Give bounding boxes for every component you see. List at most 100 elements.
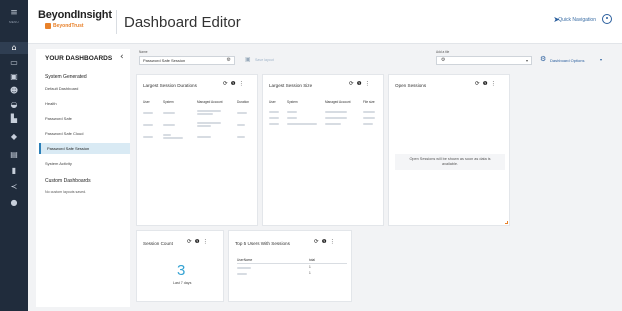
beyondtrust-logo-icon: [45, 23, 51, 29]
redacted-cell: [269, 123, 279, 125]
redacted-cell: [287, 111, 297, 113]
redacted-cell: [197, 113, 213, 115]
redacted-cell: [163, 134, 171, 136]
redacted-cell: [325, 111, 347, 113]
hamburger-menu-icon[interactable]: ≡: [0, 8, 28, 18]
column-header: Duration: [237, 100, 250, 104]
shield-icon[interactable]: ◆: [0, 132, 28, 142]
dashboard-icon[interactable]: ▙: [0, 114, 28, 124]
redacted-cell: [237, 124, 245, 126]
largest-session-durations-card: Largest Session Durations ⟳❶⋮ User Syste…: [136, 74, 258, 226]
tile-settings-icon: ⚙: [441, 57, 446, 63]
chevron-down-icon[interactable]: ▾: [526, 57, 528, 64]
card-title: Session Count: [143, 241, 173, 246]
redacted-cell: [325, 117, 347, 119]
redacted-cell: [143, 112, 153, 114]
redacted-cell: [163, 137, 183, 139]
more-vertical-icon[interactable]: ⋮: [203, 239, 212, 245]
users-icon[interactable]: ☻: [0, 86, 28, 96]
home-icon[interactable]: ⌂: [0, 42, 28, 54]
top-header: BeyondInsight BeyondTrust Dashboard Edit…: [28, 0, 622, 44]
more-vertical-icon[interactable]: ⋮: [365, 81, 374, 87]
card-tools: ⟳❶⋮: [349, 81, 373, 87]
quick-navigation-link[interactable]: Quick Navigation: [558, 17, 596, 23]
column-header: total: [309, 258, 316, 262]
refresh-icon[interactable]: ⟳: [187, 239, 195, 245]
nav-rail: ≡ MENU ⌂ ▭ ▣ ☻ ◒ ▙ ◆ ▤ ▮ ≺ ●: [0, 0, 28, 311]
table-divider: [237, 263, 347, 264]
sidebar-title: YOUR DASHBOARDS: [45, 55, 113, 62]
total-cell: 1: [309, 265, 311, 269]
card-tools: ⟳❶⋮: [314, 239, 338, 245]
more-vertical-icon[interactable]: ⋮: [330, 239, 339, 245]
monitor-icon[interactable]: ▭: [0, 58, 28, 68]
card-tools: ⟳❶⋮: [475, 81, 499, 87]
refresh-icon[interactable]: ⟳: [475, 81, 483, 87]
help-icon[interactable]: ❶: [483, 81, 491, 87]
resize-handle[interactable]: [505, 221, 508, 224]
more-vertical-icon[interactable]: ⋮: [491, 81, 500, 87]
redacted-cell: [269, 111, 279, 113]
session-count-period: Last 7 days: [173, 281, 192, 285]
system-generated-heading: System Generated: [45, 74, 87, 80]
save-layout-button[interactable]: Save layout: [255, 58, 274, 62]
redacted-cell: [197, 110, 221, 112]
redacted-cell: [287, 123, 317, 125]
share-icon[interactable]: ≺: [0, 182, 28, 192]
name-settings-icon[interactable]: ⚙: [227, 57, 231, 64]
column-header: System: [287, 100, 298, 104]
redacted-cell: [237, 112, 247, 114]
largest-session-size-card: Largest Session Size ⟳❶⋮ User System Man…: [262, 74, 384, 226]
refresh-icon[interactable]: ⟳: [314, 239, 322, 245]
no-custom-layouts-note: No custom layouts saved.: [45, 190, 87, 194]
card-title: Open Sessions: [395, 83, 427, 88]
redacted-cell: [287, 117, 297, 119]
help-icon[interactable]: ❶: [195, 239, 203, 245]
redacted-cell: [163, 124, 175, 126]
options-chevron-down-icon[interactable]: ▾: [600, 57, 602, 62]
sidebar-item-password-safe-cloud[interactable]: Password Safe Cloud: [39, 128, 130, 139]
sidebar-item-system-activity[interactable]: System Activity: [39, 158, 130, 169]
open-sessions-card: Open Sessions ⟳❶⋮ Open Sessions will be …: [388, 74, 510, 226]
refresh-icon[interactable]: ⟳: [349, 81, 357, 87]
name-label: Name: [139, 50, 148, 54]
total-cell: 1: [309, 271, 311, 275]
dashboard-options-button[interactable]: Dashboard Options: [550, 58, 584, 63]
header-divider: [116, 10, 117, 34]
asset-icon[interactable]: ▤: [0, 150, 28, 160]
sidebar-item-health[interactable]: Health: [39, 98, 130, 109]
more-vertical-icon[interactable]: ⋮: [239, 81, 248, 87]
gear-icon[interactable]: ⚙: [540, 55, 546, 63]
redacted-cell: [237, 267, 251, 269]
help-icon[interactable]: ❶: [231, 81, 239, 87]
column-header: Managed Account: [325, 100, 351, 104]
chart-icon[interactable]: ▮: [0, 166, 28, 176]
column-header: UserName: [237, 258, 253, 262]
user-profile-icon[interactable]: [602, 14, 612, 24]
card-title: Largest Session Size: [269, 83, 313, 88]
sidebar-item-password-safe[interactable]: Password Safe: [39, 113, 130, 124]
dashboard-name-value: Password Safe Session: [143, 58, 186, 63]
column-header: System: [163, 100, 174, 104]
card-tools: ⟳❶⋮: [223, 81, 247, 87]
help-icon[interactable]: ❶: [357, 81, 365, 87]
redacted-cell: [197, 125, 211, 127]
brand-name: BeyondInsight: [38, 9, 112, 21]
dashboards-sidebar: YOUR DASHBOARDS ‹ System Generated Defau…: [36, 49, 130, 307]
dashboard-name-input[interactable]: Password Safe Session ⚙: [139, 56, 235, 65]
save-icon[interactable]: ▣: [245, 56, 251, 63]
sidebar-item-default-dashboard[interactable]: Default Dashboard: [39, 83, 130, 94]
add-tile-select[interactable]: ⚙ ▾: [436, 56, 532, 65]
collapse-sidebar-icon[interactable]: ‹: [120, 52, 124, 62]
wifi-icon[interactable]: ◒: [0, 100, 28, 110]
page-title: Dashboard Editor: [124, 14, 241, 31]
open-sessions-empty-message: Open Sessions will be shown as soon as d…: [395, 154, 505, 170]
column-header: File size: [363, 100, 375, 104]
column-header: Managed Account: [197, 100, 223, 104]
info-icon[interactable]: ●: [0, 198, 28, 208]
refresh-icon[interactable]: ⟳: [223, 81, 231, 87]
sidebar-item-password-safe-session[interactable]: Password Safe Session: [39, 143, 130, 154]
help-icon[interactable]: ❶: [322, 239, 330, 245]
clipboard-icon[interactable]: ▣: [0, 72, 28, 82]
brand-sub: BeyondTrust: [53, 23, 84, 29]
